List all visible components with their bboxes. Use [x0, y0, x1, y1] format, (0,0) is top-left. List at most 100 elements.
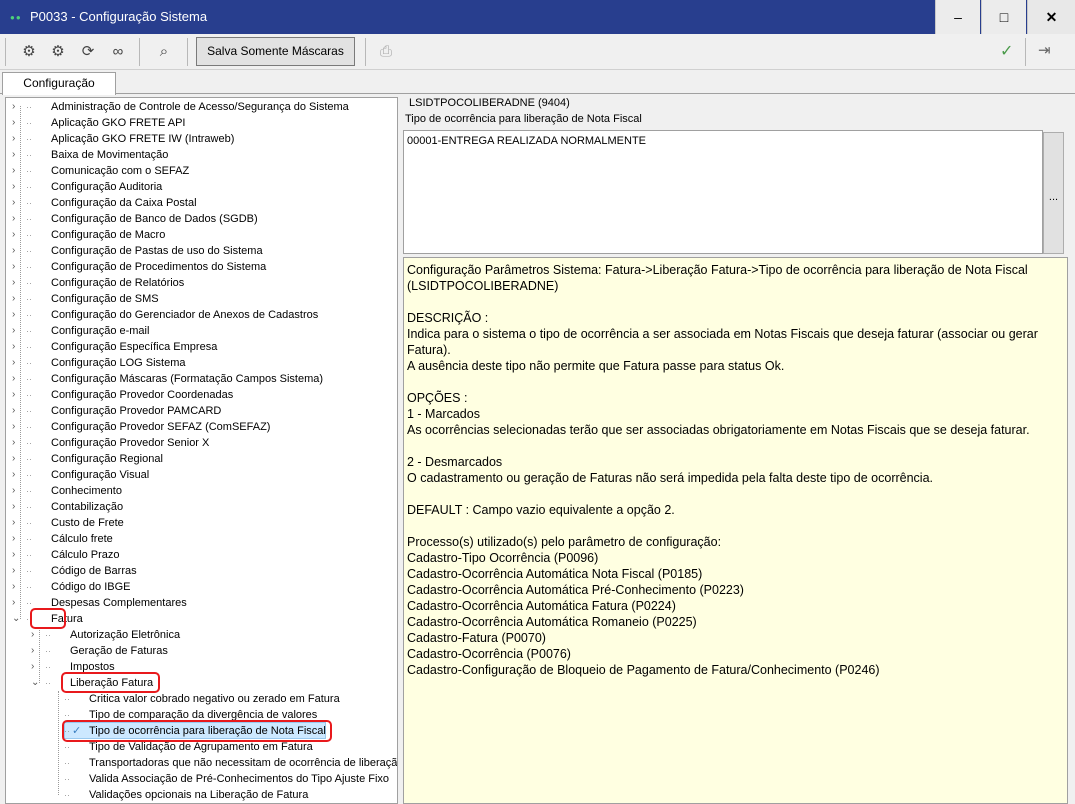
parameter-description: Configuração Parâmetros Sistema: Fatura-…	[403, 257, 1068, 804]
tree-connector: ··	[26, 182, 32, 192]
window-title: P0033 - Configuração Sistema	[30, 9, 208, 24]
tree-item[interactable]: › ·· Custo de Frete	[6, 515, 396, 531]
tree-item[interactable]: › ·· Código do IBGE	[6, 579, 396, 595]
tree-item[interactable]: › ·· Comunicação com o SEFAZ	[6, 163, 396, 179]
tree-item[interactable]: › ·· Configuração de Relatórios	[6, 275, 396, 291]
tree-connector: ··	[26, 118, 32, 128]
tree-item-label: Geração de Faturas	[70, 645, 168, 657]
tree-item[interactable]: › ·· Configuração Regional	[6, 451, 396, 467]
tree-item[interactable]: › ·· Configuração Visual	[6, 467, 396, 483]
tree-item[interactable]: › ·· Aplicação GKO FRETE API	[6, 115, 396, 131]
tree-connector: ··	[26, 454, 32, 464]
tree-connector: ··	[26, 278, 32, 288]
list-item[interactable]: 00001-ENTREGA REALIZADA NORMALMENTE	[407, 135, 646, 147]
tree-item[interactable]: › ·· Código de Barras	[6, 563, 396, 579]
tree-item-label: Configuração Provedor Senior X	[51, 437, 210, 449]
tree-connector: ··	[26, 374, 32, 384]
gear-arrow-icon[interactable]: ⚙	[46, 41, 70, 63]
tree-item[interactable]: › ·· Configuração de Pastas de uso do Sist…	[6, 243, 396, 259]
tree-item[interactable]: › ·· Configuração de SMS	[6, 291, 396, 307]
tree-item[interactable]: ·· Validações opcionais na Liberação de F…	[6, 787, 396, 803]
tree-item-label: Cálculo Prazo	[51, 549, 120, 561]
tab-configuracao-sistema[interactable]: Configuração Sistema	[2, 72, 116, 110]
confirm-check-icon[interactable]: ✓	[1000, 41, 1013, 61]
tree-item[interactable]: › ·· Configuração Provedor SEFAZ (ComSEFAZ…	[6, 419, 396, 435]
binoculars-icon[interactable]: ∞	[106, 41, 130, 63]
tree-item-label: Comunicação com o SEFAZ	[51, 165, 190, 177]
tree-item[interactable]: › ·· Baixa de Movimentação	[6, 147, 396, 163]
refresh-icon[interactable]: ⟳	[76, 41, 100, 63]
tree-connector: ··	[26, 518, 32, 528]
toolbar-separator	[187, 38, 188, 66]
tree-item-label: Configuração de Pastas de uso do Sistema	[51, 245, 263, 257]
tree-connector: ··	[26, 262, 32, 272]
toolbar: ⚙ ⚙ ⟳ ∞ ⌕ Salva Somente Máscaras ⎙	[0, 34, 1075, 70]
config-tree[interactable]: › ·· Administração de Controle de Acesso/S…	[5, 97, 398, 804]
tree-item-label: Contabilização	[51, 501, 124, 513]
tree-item-label: Configuração Provedor SEFAZ (ComSEFAZ)	[51, 421, 271, 433]
tree-item[interactable]: › ·· Configuração Provedor Coordenadas	[6, 387, 396, 403]
tree-connector: ··	[26, 150, 32, 160]
tree-connector: ··	[26, 230, 32, 240]
tree-item[interactable]: ·· Valida Associação de Pré-Conhecimentos…	[6, 771, 396, 787]
minimize-button[interactable]: –	[935, 0, 980, 34]
parameter-value-list[interactable]: 00001-ENTREGA REALIZADA NORMALMENTE	[403, 130, 1043, 254]
tree-connector: ··	[45, 662, 51, 672]
tree-item[interactable]: › ·· Geração de Faturas	[6, 643, 396, 659]
window-titlebar: ●● P0033 - Configuração Sistema – □ ✕	[0, 0, 1075, 34]
tree-item[interactable]: › ·· Configuração Provedor Senior X	[6, 435, 396, 451]
tree-item[interactable]: › ·· Configuração e-mail	[6, 323, 396, 339]
toolbar-separator	[5, 38, 6, 66]
tree-item[interactable]: › ·· Conhecimento	[6, 483, 396, 499]
tree-item[interactable]: › ·· Administração de Controle de Acesso/S…	[6, 99, 396, 115]
tree-connector: ··	[26, 422, 32, 432]
tree-item[interactable]: › ·· Contabilização	[6, 499, 396, 515]
tree-item-label: Baixa de Movimentação	[51, 149, 169, 161]
tree-item-label: Valida Associação de Pré-Conhecimentos d…	[89, 773, 390, 785]
tree-connector: ··	[64, 774, 70, 784]
tree-item-label: Configuração Auditoria	[51, 181, 163, 193]
tree-item[interactable]: ·· Critica valor cobrado negativo ou zera…	[6, 691, 396, 707]
tree-connector: ··	[26, 486, 32, 496]
print-icon[interactable]: ⎙	[374, 41, 398, 63]
tree-item[interactable]: › ·· Cálculo frete	[6, 531, 396, 547]
tree-connector: ··	[26, 390, 32, 400]
tree-item[interactable]: › ·· Configuração Auditoria	[6, 179, 396, 195]
tree-item-label: Configuração de SMS	[51, 293, 159, 305]
tree-item-label: Configuração Máscaras (Formatação Campos…	[51, 373, 324, 385]
tree-item[interactable]: › ·· Cálculo Prazo	[6, 547, 396, 563]
tree-item[interactable]: › ·· Autorização Eletrônica	[6, 627, 396, 643]
tree-connector: ··	[64, 694, 70, 704]
lookup-ellipsis-button[interactable]: ...	[1043, 132, 1064, 254]
tree-item[interactable]: › ·· Configuração de Procedimentos do Sist…	[6, 259, 396, 275]
tree-item[interactable]: › ·· Configuração Provedor PAMCARD	[6, 403, 396, 419]
tree-connector: ··	[26, 198, 32, 208]
tree-item[interactable]: ·· Transportadoras que não necessitam de …	[6, 755, 398, 771]
search-history-icon[interactable]: ⌕	[152, 41, 176, 63]
tree-item-label: Configuração LOG Sistema	[51, 357, 186, 369]
tree-item[interactable]: › ·· Aplicação GKO FRETE IW (Intraweb)	[6, 131, 396, 147]
tree-item[interactable]: › ·· Configuração LOG Sistema	[6, 355, 396, 371]
parameter-title: LSIDTPOCOLIBERADNE (9404)	[409, 97, 570, 109]
tree-item-label: Despesas Complementares	[51, 597, 187, 609]
parameter-label: Tipo de ocorrência para liberação de Not…	[405, 113, 642, 125]
close-button[interactable]: ✕	[1027, 0, 1075, 34]
tree-item-label: Configuração Específica Empresa	[51, 341, 218, 353]
tree-item[interactable]: › ·· Configuração Máscaras (Formatação Cam…	[6, 371, 396, 387]
tree-item-label: Transportadoras que não necessitam de oc…	[89, 757, 398, 769]
gear-settings-icon[interactable]: ⚙	[17, 41, 41, 63]
tree-connector: ··	[26, 358, 32, 368]
exit-door-icon[interactable]: ⇥	[1038, 41, 1051, 59]
tree-item[interactable]: › ·· Configuração Específica Empresa	[6, 339, 396, 355]
tree-item[interactable]: › ·· Configuração de Macro	[6, 227, 396, 243]
maximize-button[interactable]: □	[981, 0, 1026, 34]
tree-connector: ··	[26, 502, 32, 512]
toolbar-separator	[365, 38, 366, 66]
tree-item[interactable]: › ·· Configuração de Banco de Dados (SGDB)	[6, 211, 396, 227]
tree-item[interactable]: › ·· Configuração da Caixa Postal	[6, 195, 396, 211]
save-masks-button[interactable]: Salva Somente Máscaras	[196, 37, 355, 66]
tree-connector: ··	[26, 582, 32, 592]
tree-connector: ··	[26, 166, 32, 176]
tree-item[interactable]: › ·· Configuração do Gerenciador de Anexos…	[6, 307, 396, 323]
tree-item-label: Configuração de Macro	[51, 229, 166, 241]
